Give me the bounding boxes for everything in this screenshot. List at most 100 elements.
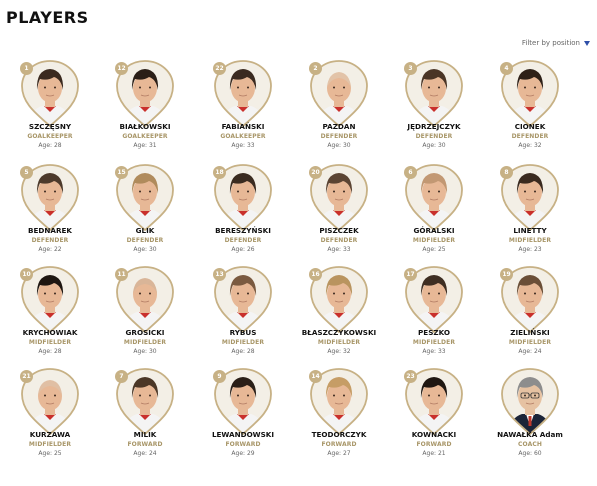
player-position: COACH bbox=[518, 441, 542, 448]
jersey-number-badge: 10 bbox=[20, 268, 33, 281]
player-card[interactable]: 19 ZIELIŃSKI MIDFIELDER Age: 24 bbox=[482, 266, 578, 368]
player-age: Age: 33 bbox=[195, 142, 291, 149]
age-label: Age: bbox=[422, 450, 438, 457]
player-card[interactable]: NAWAŁKA Adam COACH Age: 60 bbox=[482, 368, 578, 470]
jersey-number-badge: 2 bbox=[309, 62, 322, 75]
jersey-number-badge: 11 bbox=[115, 268, 128, 281]
age-value: 21 bbox=[437, 450, 446, 457]
player-card[interactable]: 22 FABIAŃSKI GOALKEEPER Age: 33 bbox=[195, 60, 291, 162]
player-card[interactable]: 18 BERESZYŃSKI DEFENDER Age: 26 bbox=[195, 164, 291, 266]
age-value: 33 bbox=[342, 246, 351, 253]
age-value: 32 bbox=[533, 142, 542, 149]
player-card[interactable]: 5 BEDNAREK DEFENDER Age: 22 bbox=[2, 164, 98, 266]
player-position: MIDFIELDER bbox=[508, 237, 552, 244]
player-photo bbox=[501, 368, 559, 436]
player-position: DEFENDER bbox=[320, 133, 358, 140]
jersey-number-badge: 18 bbox=[213, 166, 226, 179]
age-value: 28 bbox=[53, 142, 62, 149]
age-label: Age: bbox=[518, 348, 534, 355]
age-value: 33 bbox=[246, 142, 255, 149]
jersey-number-badge: 1 bbox=[20, 62, 33, 75]
player-name: NAWAŁKA Adam bbox=[497, 430, 563, 439]
player-card[interactable]: 2 PAZDAN DEFENDER Age: 30 bbox=[291, 60, 387, 162]
player-age: Age: 33 bbox=[291, 246, 387, 253]
player-age: Age: 32 bbox=[291, 348, 387, 355]
age-value: 31 bbox=[148, 142, 157, 149]
age-label: Age: bbox=[422, 142, 438, 149]
player-card[interactable]: 13 RYBUS MIDFIELDER Age: 28 bbox=[195, 266, 291, 368]
player-age: Age: 22 bbox=[2, 246, 98, 253]
player-name: JĘDRZEJCZYK bbox=[407, 122, 461, 131]
player-age: Age: 30 bbox=[97, 246, 193, 253]
age-label: Age: bbox=[327, 450, 343, 457]
player-card[interactable]: 12 BIAŁKOWSKI GOALKEEPER Age: 31 bbox=[97, 60, 193, 162]
player-card[interactable]: 17 PESZKO MIDFIELDER Age: 33 bbox=[386, 266, 482, 368]
player-age: Age: 30 bbox=[97, 348, 193, 355]
player-position: MIDFIELDER bbox=[123, 339, 167, 346]
player-name: CIONEK bbox=[514, 122, 546, 131]
jersey-number-badge: 6 bbox=[404, 166, 417, 179]
player-name: PISZCZEK bbox=[319, 226, 359, 235]
player-card[interactable]: 9 LEWANDOWSKI FORWARD Age: 29 bbox=[195, 368, 291, 470]
jersey-number-badge: 5 bbox=[20, 166, 33, 179]
player-card[interactable]: 23 KOWNACKI FORWARD Age: 21 bbox=[386, 368, 482, 470]
player-card[interactable]: 15 GLIK DEFENDER Age: 30 bbox=[97, 164, 193, 266]
age-label: Age: bbox=[38, 142, 54, 149]
player-card[interactable]: 14 TEODORCZYK FORWARD Age: 27 bbox=[291, 368, 387, 470]
player-position: FORWARD bbox=[225, 441, 261, 448]
player-age: Age: 30 bbox=[291, 142, 387, 149]
age-value: 33 bbox=[437, 348, 446, 355]
player-age: Age: 26 bbox=[195, 246, 291, 253]
age-label: Age: bbox=[133, 450, 149, 457]
player-name: KOWNACKI bbox=[411, 430, 457, 439]
player-name: KRYCHOWIAK bbox=[22, 328, 78, 337]
age-value: 22 bbox=[53, 246, 62, 253]
player-card[interactable]: 4 CIONEK DEFENDER Age: 32 bbox=[482, 60, 578, 162]
player-card[interactable]: 8 LINETTY MIDFIELDER Age: 23 bbox=[482, 164, 578, 266]
player-card[interactable]: 3 JĘDRZEJCZYK DEFENDER Age: 30 bbox=[386, 60, 482, 162]
age-label: Age: bbox=[327, 246, 343, 253]
jersey-number-badge: 17 bbox=[404, 268, 417, 281]
player-age: Age: 24 bbox=[97, 450, 193, 457]
player-position: MIDFIELDER bbox=[412, 339, 456, 346]
player-name: GROSICKI bbox=[125, 328, 165, 337]
jersey-number-badge: 7 bbox=[115, 370, 128, 383]
player-card[interactable]: 6 GÓRALSKI MIDFIELDER Age: 25 bbox=[386, 164, 482, 266]
age-label: Age: bbox=[518, 450, 534, 457]
player-age: Age: 23 bbox=[482, 246, 578, 253]
jersey-number-badge: 12 bbox=[115, 62, 128, 75]
player-age: Age: 31 bbox=[97, 142, 193, 149]
age-value: 32 bbox=[342, 348, 351, 355]
player-card[interactable]: 21 KURZAWA MIDFIELDER Age: 25 bbox=[2, 368, 98, 470]
player-age: Age: 28 bbox=[195, 348, 291, 355]
age-value: 28 bbox=[246, 348, 255, 355]
age-value: 30 bbox=[342, 142, 351, 149]
player-card[interactable]: 10 KRYCHOWIAK MIDFIELDER Age: 28 bbox=[2, 266, 98, 368]
age-label: Age: bbox=[231, 450, 247, 457]
age-value: 30 bbox=[148, 246, 157, 253]
player-name: SZCZĘSNY bbox=[28, 122, 72, 131]
player-name: PESZKO bbox=[418, 328, 450, 337]
player-card[interactable]: 1 SZCZĘSNY GOALKEEPER Age: 28 bbox=[2, 60, 98, 162]
player-name: TEODORCZYK bbox=[311, 430, 367, 439]
player-card[interactable]: 7 MILIK FORWARD Age: 24 bbox=[97, 368, 193, 470]
player-position: FORWARD bbox=[321, 441, 357, 448]
player-age: Age: 25 bbox=[386, 246, 482, 253]
player-age: Age: 28 bbox=[2, 348, 98, 355]
player-position: GOALKEEPER bbox=[27, 133, 73, 140]
player-age: Age: 25 bbox=[2, 450, 98, 457]
jersey-number-badge: 15 bbox=[115, 166, 128, 179]
jersey-number-badge: 9 bbox=[213, 370, 226, 383]
age-label: Age: bbox=[422, 246, 438, 253]
player-card[interactable]: 20 PISZCZEK DEFENDER Age: 33 bbox=[291, 164, 387, 266]
age-label: Age: bbox=[327, 348, 343, 355]
player-card[interactable]: 11 GROSICKI MIDFIELDER Age: 30 bbox=[97, 266, 193, 368]
player-name: LINETTY bbox=[513, 226, 547, 235]
age-label: Age: bbox=[133, 246, 149, 253]
age-label: Age: bbox=[133, 142, 149, 149]
age-label: Age: bbox=[38, 348, 54, 355]
jersey-number-badge: 23 bbox=[404, 370, 417, 383]
age-value: 24 bbox=[148, 450, 157, 457]
age-value: 30 bbox=[148, 348, 157, 355]
player-card[interactable]: 16 BŁASZCZYKOWSKI MIDFIELDER Age: 32 bbox=[291, 266, 387, 368]
